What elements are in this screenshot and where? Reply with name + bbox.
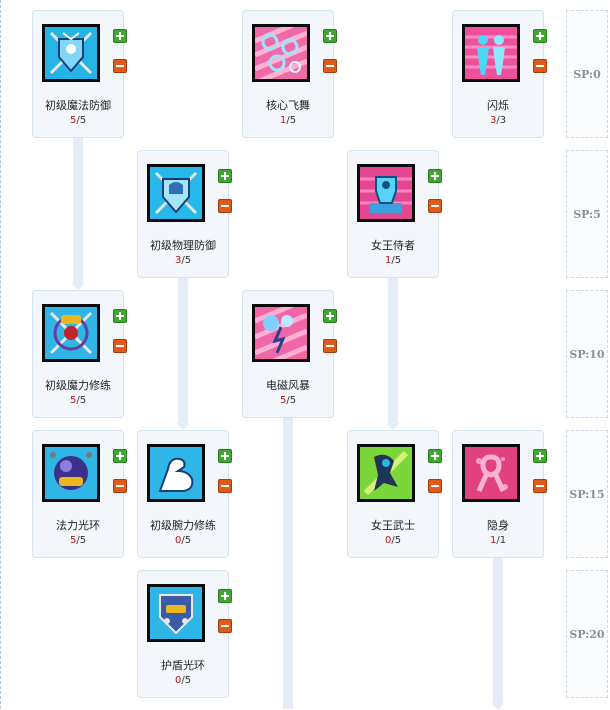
skill-name: 女王侍者 xyxy=(371,239,415,252)
prerequisite-connector xyxy=(386,278,400,430)
sp-tier-label: SP:15 xyxy=(566,430,608,558)
plus-button[interactable] xyxy=(218,589,232,603)
pow-orb-icon[interactable] xyxy=(42,444,100,502)
plus-button[interactable] xyxy=(533,449,547,463)
electric-storm-icon[interactable] xyxy=(252,304,310,362)
flexed-arm-icon[interactable] xyxy=(147,444,205,502)
skill-name: 初级魔力修练 xyxy=(45,379,111,392)
skill-name: 女王武士 xyxy=(371,519,415,532)
skill-level: 3/5 xyxy=(138,255,228,266)
queen-warrior-icon[interactable] xyxy=(357,444,415,502)
skill-level: 0/5 xyxy=(138,535,228,546)
skill-card: 初级物理防御 3/5 xyxy=(137,150,232,278)
skill-card: 初级魔法防御 5/5 xyxy=(32,10,127,138)
skill-level: 5/5 xyxy=(243,395,333,406)
skill-card: 女王武士 0/5 xyxy=(347,430,442,558)
plus-button[interactable] xyxy=(323,29,337,43)
skill-level: 5/5 xyxy=(33,115,123,126)
skill-level: 3/3 xyxy=(453,115,543,126)
max-level: 5 xyxy=(394,535,402,546)
skill-card: 护盾光环 0/5 xyxy=(137,570,232,698)
max-level: 5 xyxy=(79,535,87,546)
skill-level: 0/5 xyxy=(348,535,438,546)
prerequisite-connector xyxy=(283,418,293,709)
pow-staff-icon[interactable] xyxy=(42,304,100,362)
plus-button[interactable] xyxy=(428,169,442,183)
sp-tier-label: SP:0 xyxy=(566,10,608,138)
def-shield-icon[interactable] xyxy=(147,584,205,642)
minus-button[interactable] xyxy=(323,59,337,73)
skill-name: 初级腕力修练 xyxy=(150,519,216,532)
max-level: 5 xyxy=(394,255,402,266)
shield-staff-icon[interactable] xyxy=(42,24,100,82)
skill-card: 闪烁 3/3 xyxy=(452,10,547,138)
orbs-dance-icon[interactable] xyxy=(252,24,310,82)
queen-servant-icon[interactable] xyxy=(357,164,415,222)
skill-card: 初级魔力修练 5/5 xyxy=(32,290,127,418)
minus-button[interactable] xyxy=(218,199,232,213)
skill-name: 初级物理防御 xyxy=(150,239,216,252)
plus-button[interactable] xyxy=(428,449,442,463)
max-level: 1 xyxy=(499,535,507,546)
skill-level: 1/5 xyxy=(348,255,438,266)
twin-figures-icon[interactable] xyxy=(462,24,520,82)
skill-card: 电磁风暴 5/5 xyxy=(242,290,337,418)
max-level: 5 xyxy=(184,675,192,686)
plus-button[interactable] xyxy=(113,449,127,463)
plus-button[interactable] xyxy=(113,29,127,43)
skill-level: 1/5 xyxy=(243,115,333,126)
max-level: 5 xyxy=(184,535,192,546)
skill-card: 隐身 1/1 xyxy=(452,430,547,558)
skill-name: 法力光环 xyxy=(56,519,100,532)
prerequisite-connector xyxy=(176,278,190,430)
minus-button[interactable] xyxy=(113,59,127,73)
max-level: 3 xyxy=(499,115,507,126)
sp-tier-label: SP:5 xyxy=(566,150,608,278)
minus-button[interactable] xyxy=(428,199,442,213)
minus-button[interactable] xyxy=(428,479,442,493)
skill-level: 5/5 xyxy=(33,535,123,546)
minus-button[interactable] xyxy=(218,619,232,633)
shield-helmet-icon[interactable] xyxy=(147,164,205,222)
skill-name: 闪烁 xyxy=(487,99,509,112)
prerequisite-connector xyxy=(491,558,505,710)
skill-card: 初级腕力修练 0/5 xyxy=(137,430,232,558)
max-level: 5 xyxy=(79,115,87,126)
minus-button[interactable] xyxy=(533,59,547,73)
minus-button[interactable] xyxy=(533,479,547,493)
plus-button[interactable] xyxy=(218,449,232,463)
max-level: 5 xyxy=(184,255,192,266)
plus-button[interactable] xyxy=(218,169,232,183)
skill-level: 1/1 xyxy=(453,535,543,546)
minus-button[interactable] xyxy=(323,339,337,353)
skill-name: 护盾光环 xyxy=(161,659,205,672)
skill-name: 核心飞舞 xyxy=(266,99,310,112)
plus-button[interactable] xyxy=(323,309,337,323)
ribbon-icon[interactable] xyxy=(462,444,520,502)
skill-level: 5/5 xyxy=(33,395,123,406)
sp-tier-label: SP:20 xyxy=(566,570,608,698)
skill-name: 隐身 xyxy=(487,519,509,532)
skill-card: 女王侍者 1/5 xyxy=(347,150,442,278)
max-level: 5 xyxy=(289,115,297,126)
skill-name: 初级魔法防御 xyxy=(45,99,111,112)
minus-button[interactable] xyxy=(113,339,127,353)
minus-button[interactable] xyxy=(218,479,232,493)
skill-card: 法力光环 5/5 xyxy=(32,430,127,558)
minus-button[interactable] xyxy=(113,479,127,493)
plus-button[interactable] xyxy=(533,29,547,43)
left-border xyxy=(0,0,2,709)
plus-button[interactable] xyxy=(113,309,127,323)
max-level: 5 xyxy=(79,395,87,406)
skill-level: 0/5 xyxy=(138,675,228,686)
skill-name: 电磁风暴 xyxy=(266,379,310,392)
sp-tier-label: SP:10 xyxy=(566,290,608,418)
prerequisite-connector xyxy=(71,138,85,290)
max-level: 5 xyxy=(289,395,297,406)
skill-card: 核心飞舞 1/5 xyxy=(242,10,337,138)
